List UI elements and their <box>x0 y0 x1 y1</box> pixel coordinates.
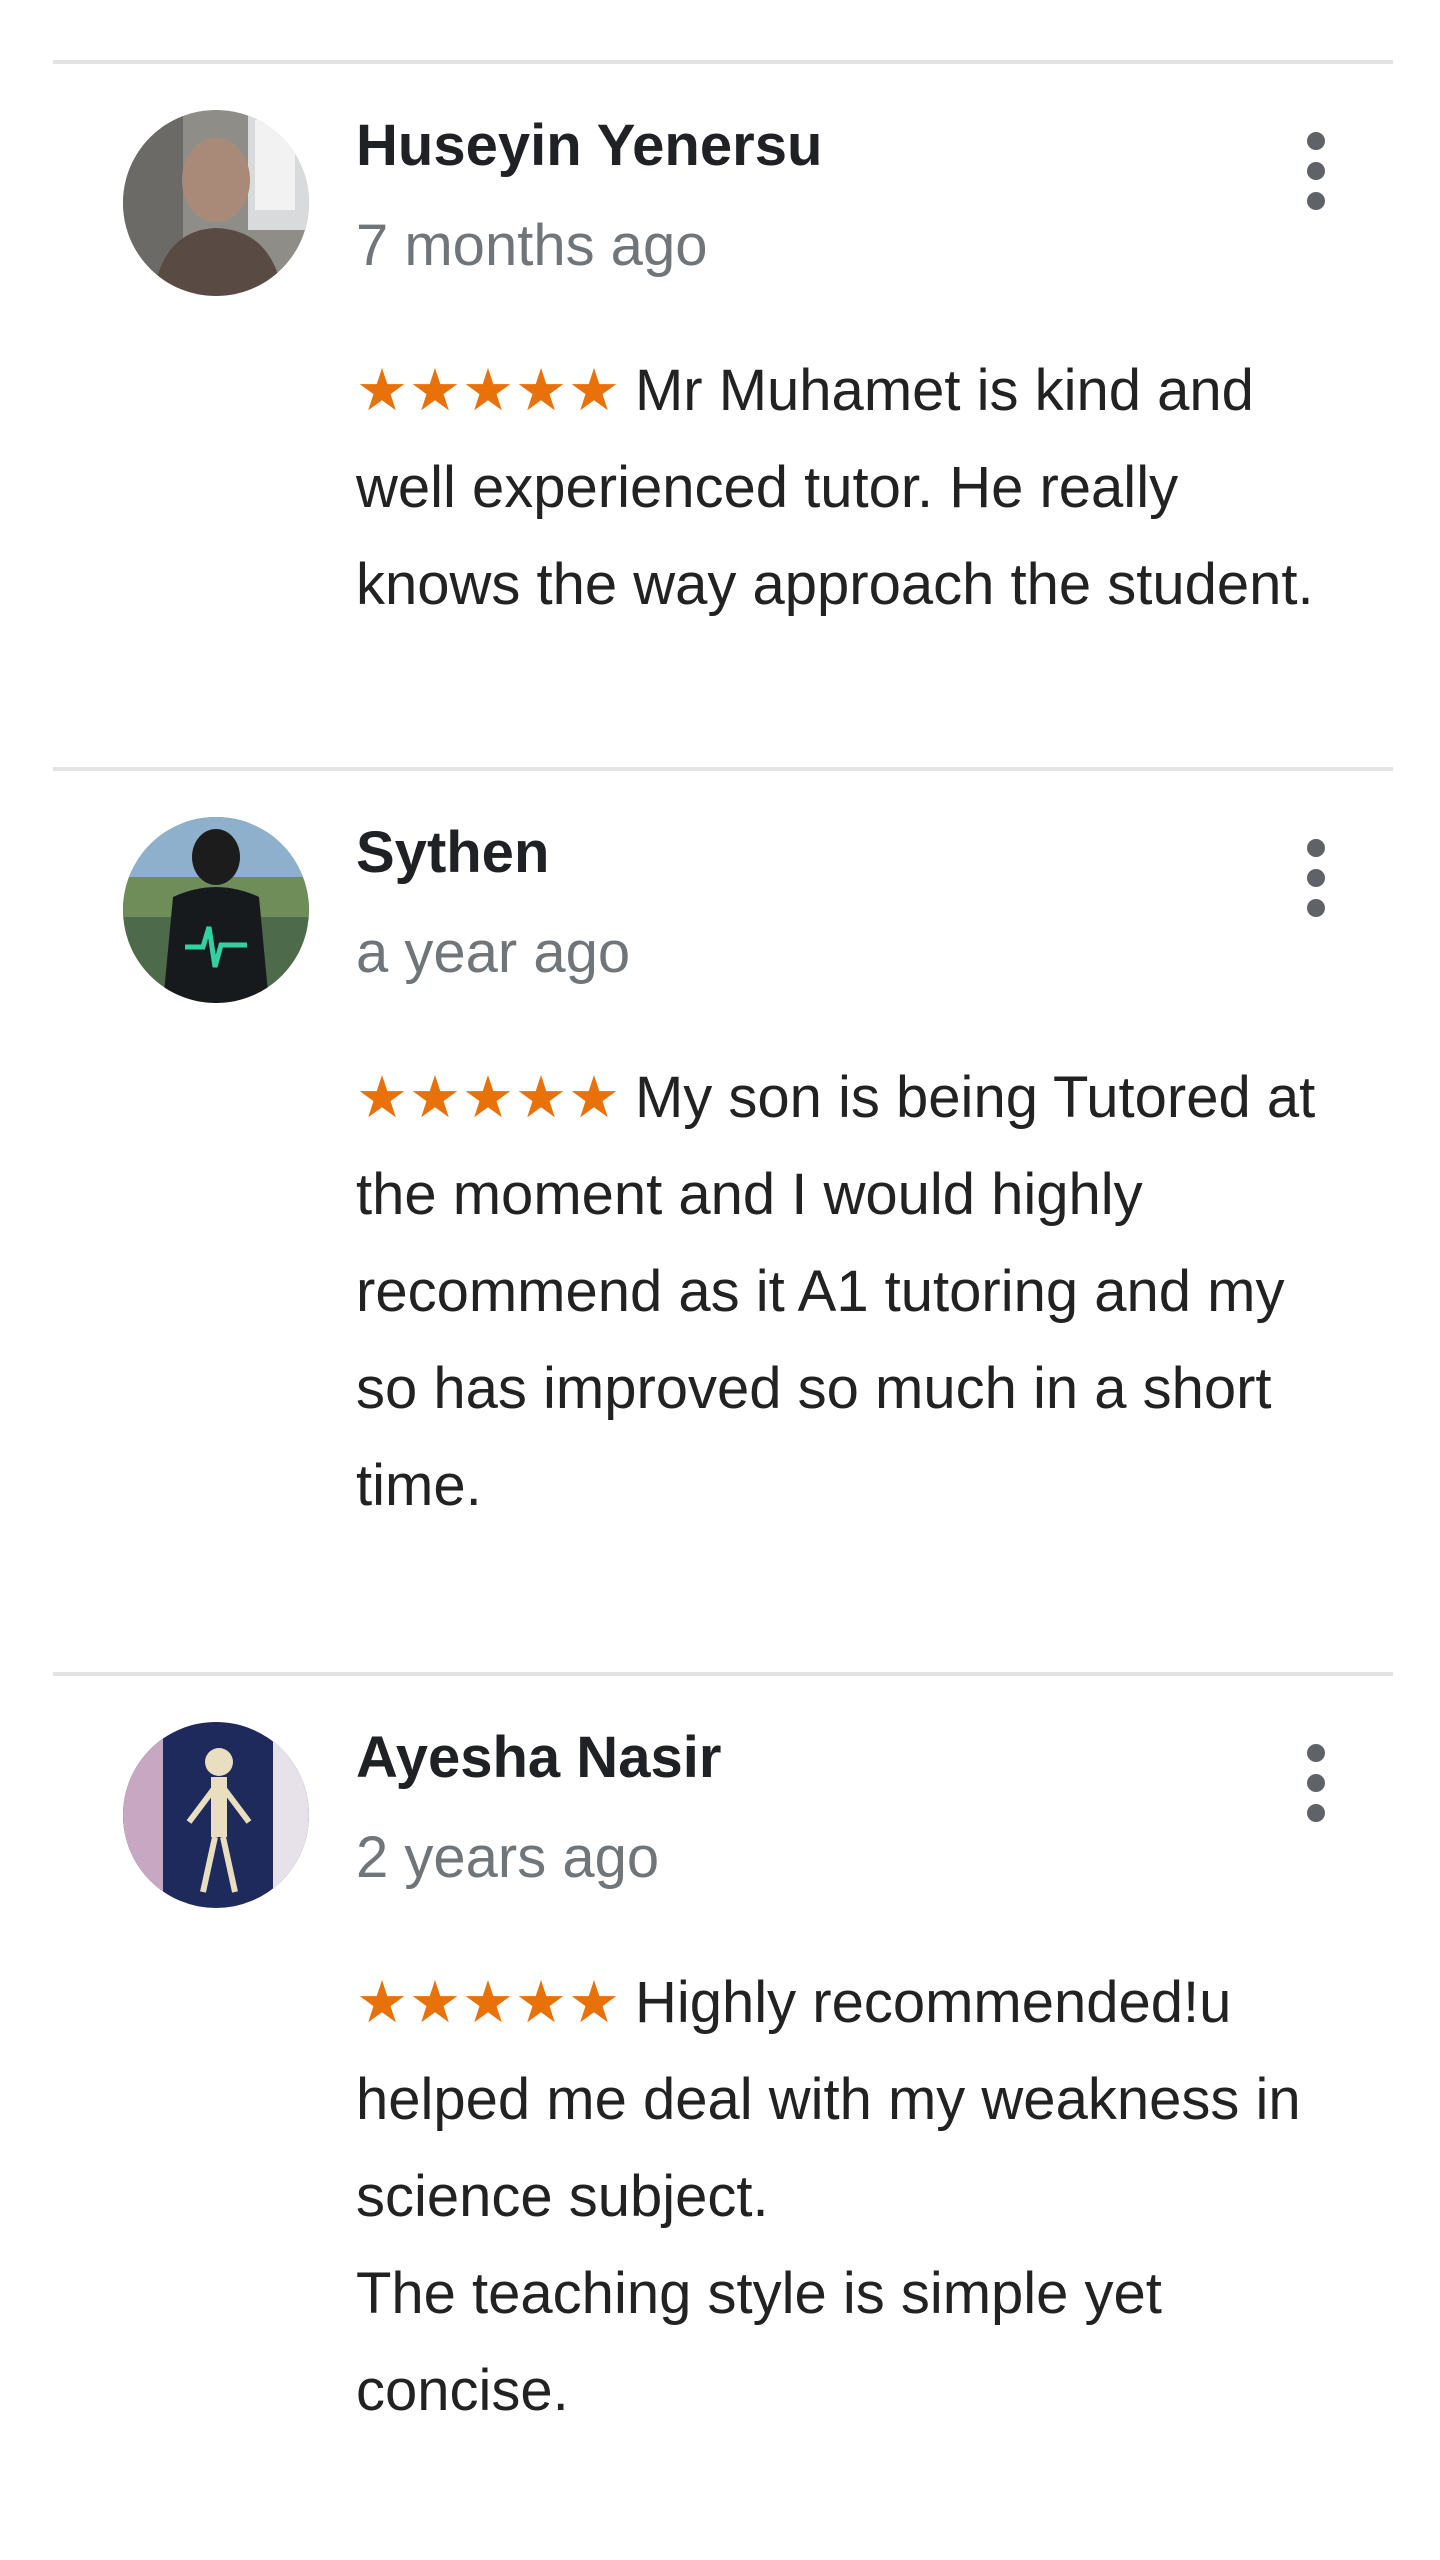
more-vert-icon[interactable] <box>1296 1744 1336 1834</box>
more-vert-icon[interactable] <box>1296 132 1336 222</box>
review-text: ★★★★★ Mr Muhamet is kind and well experie… <box>356 342 1356 633</box>
star-rating: ★★★★★ <box>356 356 621 424</box>
review-time: a year ago <box>356 920 631 985</box>
divider <box>53 60 1393 64</box>
review-card: Huseyin Yenersu 7 months ago ★★★★★ Mr Muh… <box>0 110 1440 710</box>
star-rating: ★★★★★ <box>356 1063 621 1131</box>
avatar[interactable] <box>123 110 309 296</box>
reviews-list: Huseyin Yenersu 7 months ago ★★★★★ Mr Muh… <box>0 0 1440 2560</box>
reviewer-name[interactable]: Ayesha Nasir <box>356 1722 721 1794</box>
avatar[interactable] <box>123 817 309 1003</box>
review-text: ★★★★★ Highly recommended!u helped me deal… <box>356 1954 1356 2439</box>
more-vert-icon[interactable] <box>1296 839 1336 929</box>
divider <box>53 767 1393 771</box>
review-text: ★★★★★ My son is being Tutored at the mome… <box>356 1049 1356 1534</box>
review-time: 2 years ago <box>356 1825 660 1890</box>
avatar[interactable] <box>123 1722 309 1908</box>
review-card: Ayesha Nasir 2 years ago ★★★★★ Highly rec… <box>0 1722 1440 2542</box>
star-rating: ★★★★★ <box>356 1968 621 2036</box>
reviewer-name[interactable]: Sythen <box>356 817 549 889</box>
review-time: 7 months ago <box>356 213 708 278</box>
review-body: My son is being Tutored at the moment an… <box>356 1065 1316 1518</box>
review-body: Highly recommended!u helped me deal with… <box>356 1970 1301 2423</box>
reviewer-name[interactable]: Huseyin Yenersu <box>356 110 822 182</box>
review-card: Sythen a year ago ★★★★★ My son is being T… <box>0 817 1440 1518</box>
divider <box>53 1672 1393 1676</box>
